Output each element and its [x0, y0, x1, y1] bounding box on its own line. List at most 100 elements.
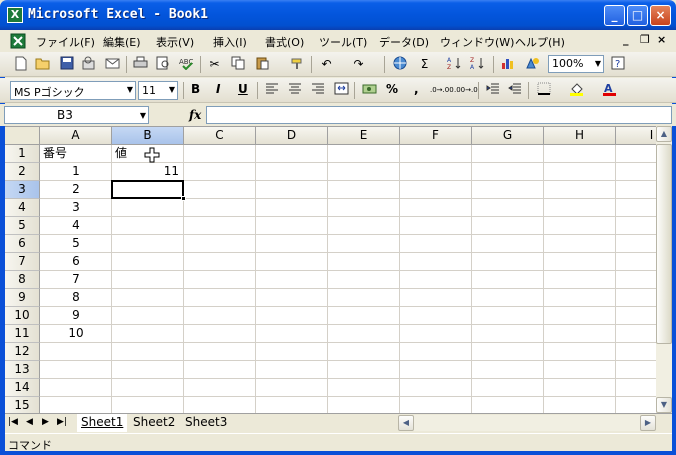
row-header-3[interactable]: 3: [5, 181, 40, 199]
increase-indent-icon[interactable]: [506, 82, 523, 98]
sort-ascending-icon[interactable]: AZ: [446, 56, 463, 72]
column-header-b[interactable]: B: [112, 127, 184, 145]
print-preview-icon[interactable]: [155, 56, 172, 72]
scroll-down-icon[interactable]: ▼: [656, 397, 672, 413]
row-header-6[interactable]: 6: [5, 235, 40, 253]
title-bar[interactable]: X Microsoft Excel - Book1 _ □ ×: [0, 0, 676, 30]
horizontal-scrollbar[interactable]: ◀ ▶: [398, 415, 656, 431]
row-header-13[interactable]: 13: [5, 361, 40, 379]
align-center-icon[interactable]: [286, 82, 303, 98]
help-icon[interactable]: ?: [610, 56, 627, 72]
column-header-a[interactable]: A: [40, 127, 112, 145]
cell-a6[interactable]: 5: [40, 235, 112, 252]
increase-decimal-button[interactable]: .0→.00: [430, 82, 454, 98]
column-header-e[interactable]: E: [328, 127, 400, 145]
first-sheet-icon[interactable]: |◀: [8, 417, 18, 427]
copy-icon[interactable]: [230, 56, 247, 72]
permission-icon[interactable]: [80, 56, 97, 72]
underline-button[interactable]: U: [238, 82, 248, 96]
currency-icon[interactable]: [361, 82, 378, 98]
row-header-10[interactable]: 10: [5, 307, 40, 325]
row-header-2[interactable]: 2: [5, 163, 40, 181]
row-header-4[interactable]: 4: [5, 199, 40, 217]
menu-data[interactable]: データ(D): [379, 34, 429, 50]
menu-format[interactable]: 書式(O): [265, 34, 304, 50]
sheet-tab-sheet2[interactable]: Sheet2: [129, 414, 179, 432]
zoom-combobox[interactable]: 100% ▼: [548, 55, 604, 73]
percent-button[interactable]: %: [386, 82, 398, 96]
undo-icon[interactable]: ↶: [318, 56, 335, 72]
menu-edit[interactable]: 編集(E): [103, 34, 141, 50]
row-header-1[interactable]: 1: [5, 145, 40, 163]
row-header-9[interactable]: 9: [5, 289, 40, 307]
hyperlink-icon[interactable]: [392, 56, 409, 72]
row-header-5[interactable]: 5: [5, 217, 40, 235]
column-header-f[interactable]: F: [400, 127, 472, 145]
print-icon[interactable]: [132, 56, 149, 72]
open-icon[interactable]: [34, 56, 51, 72]
doc-close-button[interactable]: ×: [657, 33, 666, 46]
row-header-11[interactable]: 11: [5, 325, 40, 343]
row-header-15[interactable]: 15: [5, 397, 40, 413]
column-header-g[interactable]: G: [472, 127, 544, 145]
mail-icon[interactable]: [104, 56, 121, 72]
cut-icon[interactable]: ✂: [206, 56, 223, 72]
format-painter-icon[interactable]: [289, 56, 306, 72]
font-color-icon[interactable]: A: [601, 82, 618, 98]
menu-tools[interactable]: ツール(T): [319, 34, 367, 50]
scroll-right-icon[interactable]: ▶: [640, 415, 656, 431]
cell-a1[interactable]: 番号: [43, 145, 112, 162]
font-size-combobox[interactable]: 11 ▼: [138, 81, 178, 100]
comma-button[interactable]: ,: [414, 82, 419, 96]
cell-a3[interactable]: 2: [40, 181, 112, 198]
merge-center-icon[interactable]: [333, 82, 350, 98]
column-header-h[interactable]: H: [544, 127, 616, 145]
cell-a5[interactable]: 4: [40, 217, 112, 234]
scroll-up-icon[interactable]: ▲: [656, 126, 672, 142]
fill-color-icon[interactable]: [568, 82, 585, 98]
new-icon[interactable]: [12, 56, 29, 72]
sort-descending-icon[interactable]: ZA: [469, 56, 486, 72]
column-header-i[interactable]: I: [616, 127, 656, 145]
doc-restore-button[interactable]: ❐: [640, 33, 650, 46]
last-sheet-icon[interactable]: ▶|: [57, 417, 67, 427]
column-header-d[interactable]: D: [256, 127, 328, 145]
scroll-left-icon[interactable]: ◀: [398, 415, 414, 431]
row-header-8[interactable]: 8: [5, 271, 40, 289]
cell-a11[interactable]: 10: [40, 325, 112, 342]
row-header-12[interactable]: 12: [5, 343, 40, 361]
font-name-combobox[interactable]: MS Pゴシック ▼: [10, 81, 136, 100]
chart-wizard-icon[interactable]: [500, 56, 517, 72]
select-all-button[interactable]: [5, 127, 40, 145]
name-box[interactable]: B3 ▼: [4, 106, 149, 124]
align-right-icon[interactable]: [309, 82, 326, 98]
align-left-icon[interactable]: [263, 82, 280, 98]
next-sheet-icon[interactable]: ▶: [42, 417, 49, 427]
minimize-button[interactable]: _: [604, 5, 625, 26]
italic-button[interactable]: I: [216, 82, 220, 96]
maximize-button[interactable]: □: [627, 5, 648, 26]
cell-a4[interactable]: 3: [40, 199, 112, 216]
column-header-c[interactable]: C: [184, 127, 256, 145]
fill-handle[interactable]: [181, 196, 186, 201]
cell-a2[interactable]: 1: [40, 163, 112, 180]
sheet-tab-sheet1[interactable]: Sheet1: [77, 414, 128, 432]
row-header-7[interactable]: 7: [5, 253, 40, 271]
vertical-scrollbar[interactable]: ▲ ▼: [656, 126, 672, 413]
menu-help[interactable]: ヘルプ(H): [515, 34, 565, 50]
cell-a9[interactable]: 8: [40, 289, 112, 306]
spelling-icon[interactable]: ABC: [178, 56, 195, 72]
excel-app-icon[interactable]: X: [7, 7, 23, 23]
menu-window[interactable]: ウィンドウ(W): [440, 34, 514, 50]
drawing-icon[interactable]: [524, 56, 541, 72]
menu-view[interactable]: 表示(V): [156, 34, 194, 50]
paste-icon[interactable]: [254, 56, 271, 72]
worksheet-grid[interactable]: A B C D E F G H I 1 2 3 4 5 6 7 8 9 10 11 12 13 14 15 番号値 11 1 2 3 4 5…: [5, 126, 656, 413]
autosum-icon[interactable]: Σ: [416, 56, 433, 72]
bold-button[interactable]: B: [191, 82, 200, 96]
decrease-indent-icon[interactable]: [484, 82, 501, 98]
redo-icon[interactable]: ↷: [350, 56, 367, 72]
active-cell-outline[interactable]: [111, 180, 184, 199]
decrease-decimal-button[interactable]: .00→.0: [454, 82, 478, 98]
menu-insert[interactable]: 挿入(I): [213, 34, 247, 50]
